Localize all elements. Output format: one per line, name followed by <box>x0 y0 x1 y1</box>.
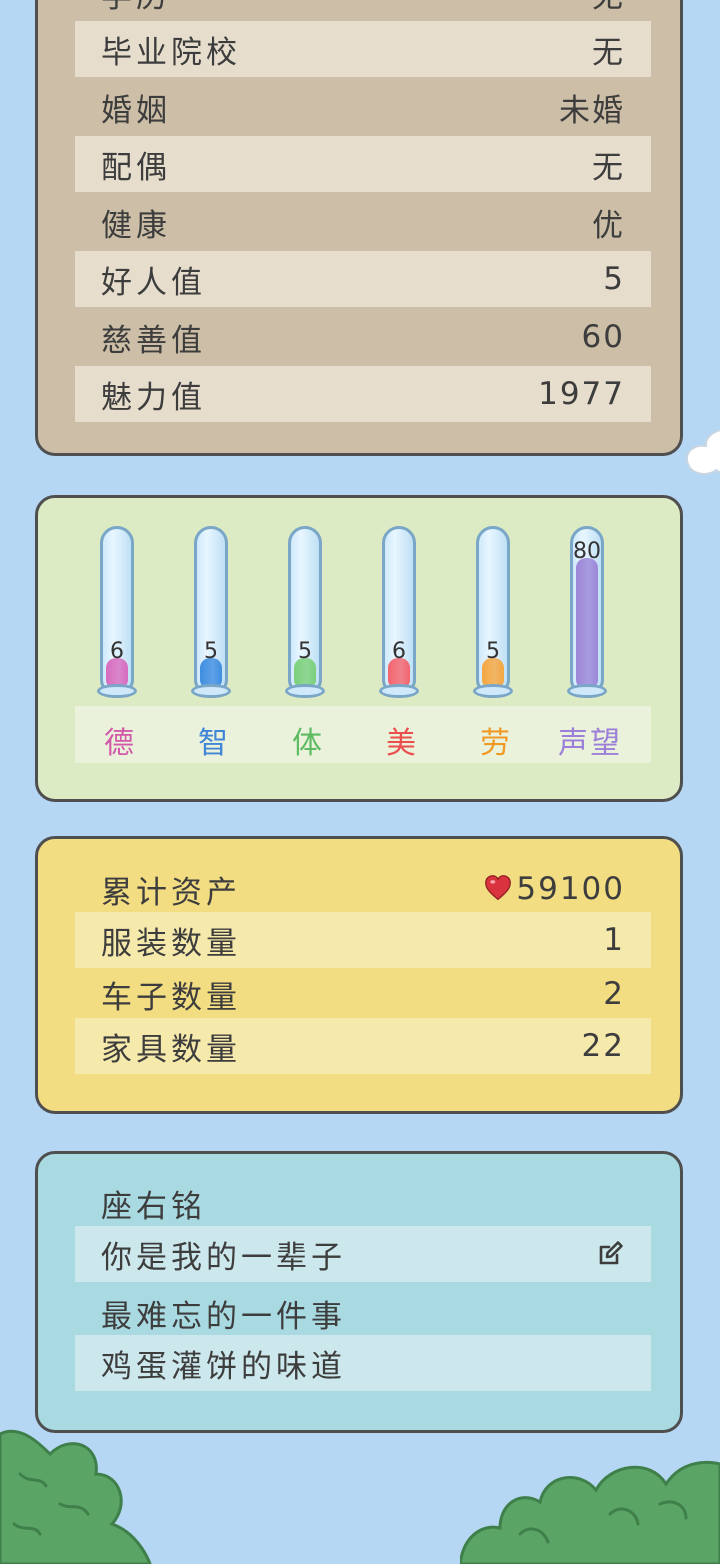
assets-row-cars: 车子数量 2 <box>75 966 651 1022</box>
motto-label: 座右铭 <box>101 1188 206 1225</box>
attr-label-labor: 劳 <box>480 726 512 761</box>
heart-icon <box>485 875 512 901</box>
assets-panel: 累计资产 59100 服装数量 1 车子数量 2 家具数量 22 <box>35 836 683 1114</box>
profile-value: 优 <box>592 207 625 244</box>
attributes-panel: 6 5 5 6 5 80 德 智 体 美 劳 声望 <box>35 495 683 802</box>
assets-total-value-wrap: 59100 <box>484 871 625 907</box>
profile-label: 婚姻 <box>101 92 171 129</box>
profile-row-health: 健康 优 <box>75 194 651 250</box>
attr-tube-base-intelligence <box>191 684 231 698</box>
attr-tube-base-morality <box>97 684 137 698</box>
profile-row-school: 毕业院校 无 <box>75 21 651 77</box>
assets-total-row: 累计资产 59100 <box>75 861 651 917</box>
memory-value: 鸡蛋灌饼的味道 <box>101 1348 346 1385</box>
profile-row-charm: 魅力值 1977 <box>75 366 651 422</box>
bush-left-decoration <box>0 1429 152 1564</box>
profile-label: 慈善值 <box>101 322 206 359</box>
attr-value-reputation: 80 <box>573 539 601 564</box>
profile-row-charity: 慈善值 60 <box>75 309 651 365</box>
bush-right-decoration <box>460 1460 720 1564</box>
cloud-decoration <box>686 429 720 475</box>
attr-tube-beauty <box>382 526 416 694</box>
memory-label: 最难忘的一件事 <box>101 1298 346 1335</box>
attr-tube-base-labor <box>473 684 513 698</box>
profile-label: 配偶 <box>101 149 171 186</box>
profile-value: 无 <box>592 0 625 16</box>
motto-value: 你是我的一辈子 <box>101 1239 346 1276</box>
motto-label-row: 座右铭 <box>75 1175 651 1231</box>
memory-label-row: 最难忘的一件事 <box>75 1285 651 1341</box>
profile-value: 5 <box>603 261 625 297</box>
assets-value: 22 <box>581 1028 625 1064</box>
attr-fill-reputation <box>576 558 598 688</box>
attr-label-beauty: 美 <box>386 726 418 761</box>
attribute-labels-bar: 德 智 体 美 劳 声望 <box>75 706 651 763</box>
profile-label: 好人值 <box>101 264 206 301</box>
attr-value-morality: 6 <box>110 639 124 664</box>
profile-panel: 学历 无 毕业院校 无 婚姻 未婚 配偶 无 健康 优 好人值 5 慈善值 60… <box>35 0 683 456</box>
memory-value-row: 鸡蛋灌饼的味道 <box>75 1335 651 1391</box>
edit-icon[interactable] <box>595 1239 625 1269</box>
attr-tube-base-beauty <box>379 684 419 698</box>
assets-value: 1 <box>603 922 625 958</box>
profile-label: 魅力值 <box>101 379 206 416</box>
attr-tube-intelligence <box>194 526 228 694</box>
attr-label-physique: 体 <box>292 726 324 761</box>
attr-value-physique: 5 <box>298 639 312 664</box>
attr-tube-base-physique <box>285 684 325 698</box>
assets-label: 家具数量 <box>101 1031 241 1068</box>
motto-value-row[interactable]: 你是我的一辈子 <box>75 1226 651 1282</box>
assets-row-clothing: 服装数量 1 <box>75 912 651 968</box>
assets-total-value: 59100 <box>516 871 625 907</box>
profile-row-spouse: 配偶 无 <box>75 136 651 192</box>
profile-label: 学历 <box>101 0 171 16</box>
profile-label: 健康 <box>101 207 171 244</box>
assets-label: 车子数量 <box>101 979 241 1016</box>
attr-value-labor: 5 <box>486 639 500 664</box>
profile-row-marriage: 婚姻 未婚 <box>75 79 651 135</box>
assets-label: 服装数量 <box>101 925 241 962</box>
motto-panel: 座右铭 你是我的一辈子 最难忘的一件事 鸡蛋灌饼的味道 <box>35 1151 683 1433</box>
attr-label-morality: 德 <box>104 726 136 761</box>
attr-tube-labor <box>476 526 510 694</box>
profile-label: 毕业院校 <box>101 34 241 71</box>
profile-value: 无 <box>592 34 625 71</box>
attr-value-beauty: 6 <box>392 639 406 664</box>
profile-row-education: 学历 无 <box>75 0 651 21</box>
profile-row-good-person: 好人值 5 <box>75 251 651 307</box>
profile-value: 未婚 <box>559 92 625 129</box>
attr-tube-physique <box>288 526 322 694</box>
attr-tube-morality <box>100 526 134 694</box>
profile-value: 1977 <box>538 376 625 412</box>
attr-tube-base-reputation <box>567 684 607 698</box>
assets-total-label: 累计资产 <box>101 874 241 911</box>
profile-value: 无 <box>592 149 625 186</box>
assets-value: 2 <box>603 976 625 1012</box>
assets-row-furniture: 家具数量 22 <box>75 1018 651 1074</box>
attr-label-intelligence: 智 <box>198 726 230 761</box>
profile-value: 60 <box>581 319 625 355</box>
attr-value-intelligence: 5 <box>204 639 218 664</box>
attr-label-reputation: 声望 <box>558 726 622 761</box>
